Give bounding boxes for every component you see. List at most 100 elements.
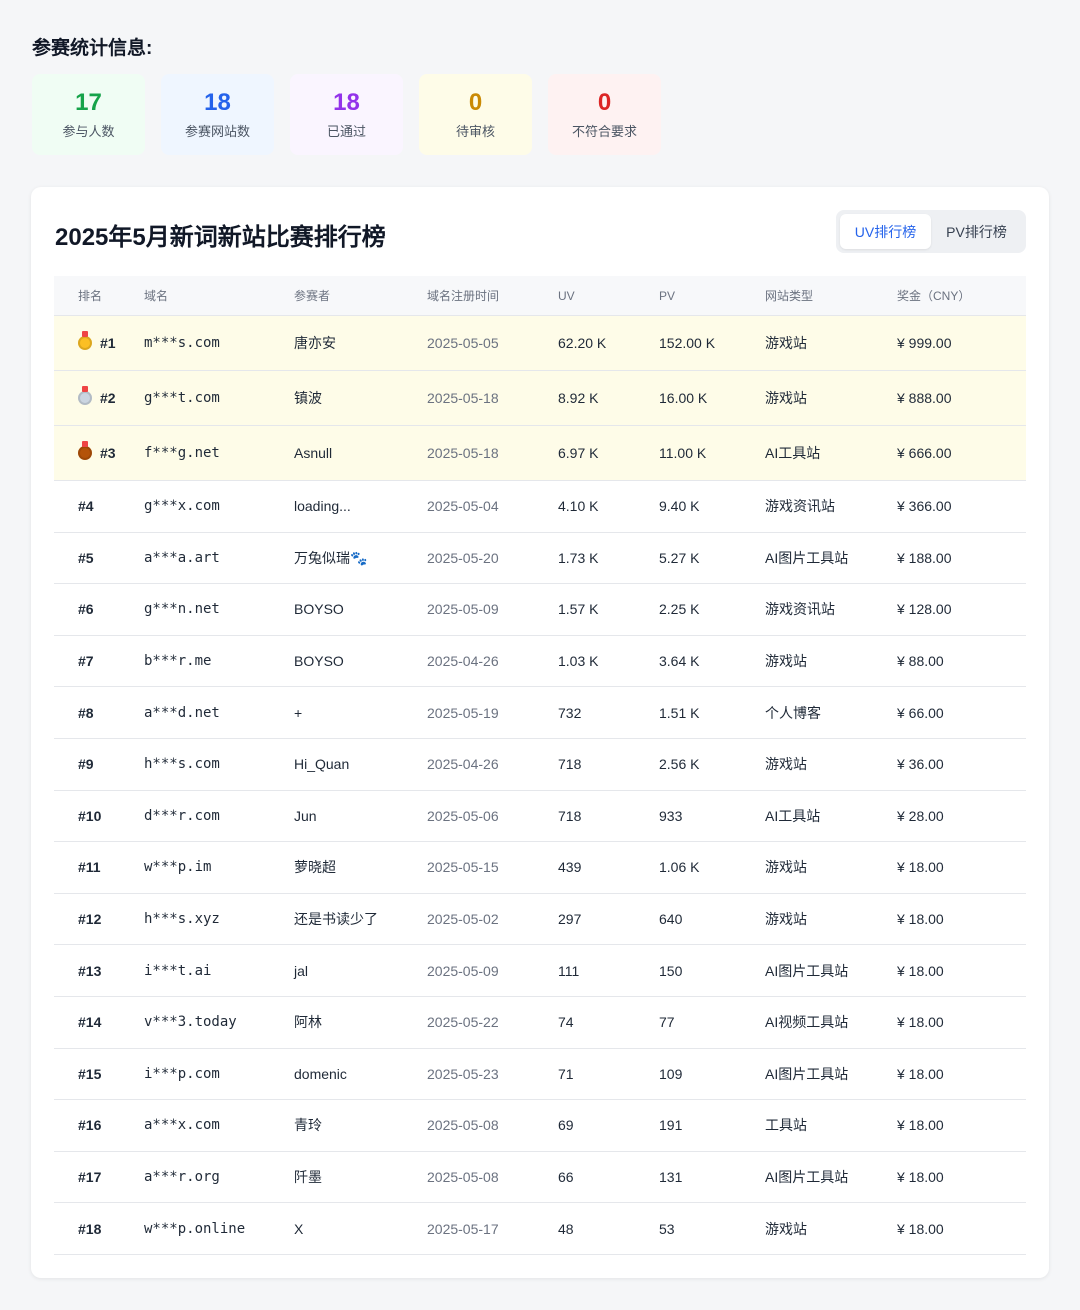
uv-cell: 718: [558, 807, 582, 824]
table-row[interactable]: #6 g***n.net BOYSO 2025-05-09 1.57 K 2.25 K 游戏…: [54, 584, 1026, 636]
rank-cell: #8: [54, 705, 144, 721]
column-header-domain[interactable]: 域名: [144, 287, 294, 304]
gold-medal-icon: [78, 331, 92, 350]
domain-cell: m***s.com: [144, 335, 220, 351]
table-row[interactable]: #8 a***d.net +2025-05-19 732 1.51 K 个人博客 ¥ 66.…: [54, 687, 1026, 739]
domain-cell: b***r.me: [144, 653, 212, 670]
domain-cell: a***r.org: [144, 1169, 220, 1186]
player-cell: Hi_Quan: [294, 756, 350, 773]
reg-date-cell: 2025-05-18: [427, 445, 499, 461]
rank-label: #2: [100, 390, 116, 406]
pv-cell: 3.64 K: [659, 653, 700, 670]
ranking-table: 排名 域名 参赛者 域名注册时间 UV PV 网站类型 奖金（CNY） #1 m*…: [54, 276, 1026, 1255]
rank-cell: #5: [54, 550, 144, 566]
column-header-reg-date[interactable]: 域名注册时间: [427, 287, 558, 304]
column-header-site-type[interactable]: 网站类型: [765, 287, 897, 304]
rank-label: #13: [78, 962, 102, 979]
table-row[interactable]: #13 i***t.ai jal 2025-05-09 111 150 AI图片工具站 ¥ 1…: [54, 945, 1026, 997]
site-type-cell: AI视频工具站: [765, 1014, 849, 1031]
stat-label: 不符合要求: [571, 124, 637, 139]
column-header-prize[interactable]: 奖金（CNY）: [897, 287, 1026, 304]
player-cell: jal: [294, 962, 309, 979]
tab-uv-ranking[interactable]: UV排行榜: [840, 214, 931, 249]
site-type-cell: AI图片工具站: [765, 549, 849, 566]
table-row[interactable]: #4 g***x.com loading... 2025-05-04 4.10 K 9.4…: [54, 481, 1026, 533]
prize-cell: ¥ 18.00: [897, 1117, 944, 1134]
prize-cell: ¥ 66.00: [897, 704, 944, 721]
rank-cell: #18: [54, 1221, 144, 1237]
uv-cell: 4.10 K: [558, 498, 599, 515]
rank-cell: #3: [54, 441, 144, 461]
uv-cell: 62.20 K: [558, 335, 607, 351]
tab-pv-ranking[interactable]: PV排行榜: [931, 214, 1022, 249]
player-cell: 镇波: [294, 390, 322, 406]
table-body: #1 m***s.com 唐亦安 2025-05-05 62.20 K 152.00 K 游…: [54, 316, 1026, 1255]
table-row[interactable]: #12 h***s.xyz 还是书读少了 2025-05-02 297 640 游戏站 ¥ 1…: [54, 893, 1026, 946]
table-row[interactable]: #7 b***r.me BOYSO 2025-04-26 1.03 K 3.64 K 游戏站…: [54, 635, 1026, 688]
reg-date-cell: 2025-05-20: [427, 549, 499, 566]
reg-date-cell: 2025-05-17: [427, 1220, 499, 1237]
uv-cell: 732: [558, 704, 582, 721]
uv-cell: 71: [558, 1065, 574, 1082]
player-cell: BOYSO: [294, 601, 344, 618]
reg-date-cell: 2025-05-23: [427, 1065, 499, 1082]
player-cell: Asnull: [294, 445, 333, 461]
table-row[interactable]: #2 g***t.com 镇波 2025-05-18 8.92 K 16.00 K 游戏站 ¥…: [54, 371, 1026, 426]
reg-date-cell: 2025-04-26: [427, 653, 499, 670]
pv-cell: 1.51 K: [659, 704, 700, 721]
prize-cell: ¥ 36.00: [897, 756, 944, 773]
column-header-pv[interactable]: PV: [659, 289, 765, 303]
domain-cell: h***s.com: [144, 756, 220, 773]
stat-value: 18: [333, 89, 360, 116]
table-row[interactable]: #10 d***r.com Jun 2025-05-06 718 933 AI工具站 ¥ 28…: [54, 790, 1026, 843]
site-type-cell: 游戏站: [765, 911, 807, 928]
pv-cell: 11.00 K: [659, 445, 707, 461]
pv-cell: 152.00 K: [659, 335, 716, 351]
prize-cell: ¥ 188.00: [897, 549, 952, 566]
table-row[interactable]: #9 h***s.com Hi_Quan 2025-04-26 718 2.56 K 游戏站…: [54, 738, 1026, 791]
stat-label: 参赛网站数: [184, 124, 250, 139]
player-cell: 唐亦安: [294, 335, 336, 351]
column-header-uv[interactable]: UV: [558, 289, 659, 303]
stat-value: 18: [204, 89, 231, 116]
uv-cell: 1.57 K: [558, 601, 599, 618]
player-cell: 阿林: [294, 1014, 322, 1031]
domain-cell: g***n.net: [144, 601, 220, 618]
pv-cell: 53: [659, 1220, 675, 1237]
uv-cell: 1.73 K: [558, 549, 599, 566]
table-row[interactable]: #11 w***p.im 萝晓超 2025-05-15 439 1.06 K 游戏站 ¥ 18…: [54, 842, 1026, 894]
uv-cell: 74: [558, 1014, 574, 1031]
rank-label: #10: [78, 807, 102, 824]
player-cell: domenic: [294, 1065, 347, 1082]
table-row[interactable]: #15 i***p.com domenic 2025-05-23 71 109 AI图片工具…: [54, 1048, 1026, 1101]
column-header-player[interactable]: 参赛者: [294, 287, 427, 304]
table-row[interactable]: #5 a***a.art 万兔似瑞🐾 2025-05-20 1.73 K 5.27 K AI…: [54, 532, 1026, 585]
rank-label: #15: [78, 1065, 102, 1082]
domain-cell: g***x.com: [144, 498, 220, 515]
leaderboard-title: 2025年5月新词新站比赛排行榜: [55, 224, 386, 251]
table-row[interactable]: #16 a***x.com 青玲 2025-05-08 69 191 工具站 ¥ 18.00: [54, 1100, 1026, 1152]
rank-label: #11: [78, 859, 101, 876]
pv-cell: 191: [659, 1117, 683, 1134]
domain-cell: a***d.net: [144, 704, 220, 721]
table-row[interactable]: #1 m***s.com 唐亦安 2025-05-05 62.20 K 152.00 K 游…: [54, 316, 1026, 371]
table-row[interactable]: #3 f***g.net Asnull 2025-05-18 6.97 K 11.00 K…: [54, 426, 1026, 481]
table-header: 排名 域名 参赛者 域名注册时间 UV PV 网站类型 奖金（CNY）: [54, 276, 1026, 316]
stat-card: 0 不符合要求: [548, 74, 661, 155]
column-header-rank[interactable]: 排名: [54, 287, 144, 304]
reg-date-cell: 2025-05-04: [427, 498, 499, 515]
rank-cell: #14: [54, 1014, 144, 1030]
domain-cell: a***x.com: [144, 1117, 220, 1134]
table-row[interactable]: #18 w***p.online X 2025-05-17 48 53 游戏站 ¥ 18.00: [54, 1203, 1026, 1255]
domain-cell: f***g.net: [144, 445, 220, 461]
reg-date-cell: 2025-05-09: [427, 601, 499, 618]
site-type-cell: 游戏站: [765, 653, 807, 670]
site-type-cell: 游戏站: [765, 1220, 807, 1237]
table-row[interactable]: #14 v***3.today 阿林 2025-05-22 74 77 AI视频工具站 ¥ 1…: [54, 996, 1026, 1049]
prize-cell: ¥ 999.00: [897, 335, 952, 351]
silver-medal-icon: [78, 386, 92, 405]
player-cell: X: [294, 1220, 304, 1237]
pv-cell: 2.25 K: [659, 601, 700, 618]
reg-date-cell: 2025-05-22: [427, 1014, 499, 1031]
table-row[interactable]: #17 a***r.org 阡墨 2025-05-08 66 131 AI图片工具站 ¥ 18…: [54, 1151, 1026, 1204]
